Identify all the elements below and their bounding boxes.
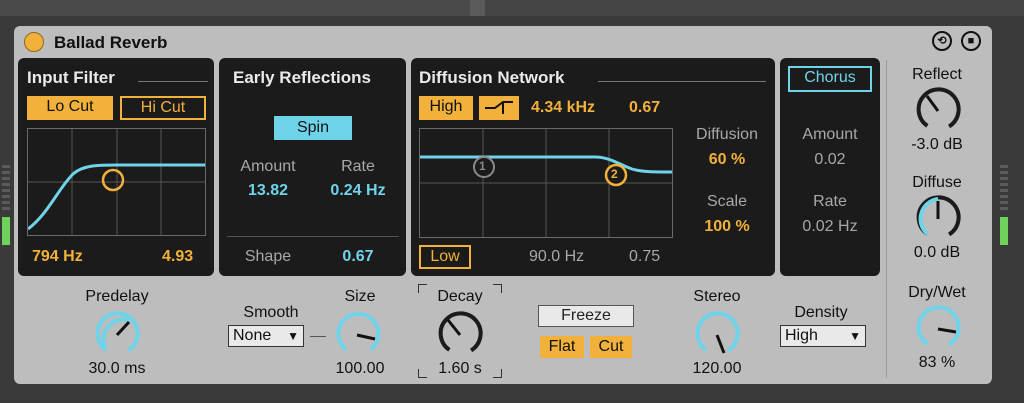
chorus-rate-label: Rate bbox=[813, 193, 847, 210]
diffuse-value[interactable]: 0.0 dB bbox=[887, 244, 987, 262]
drywet-knob[interactable] bbox=[913, 304, 963, 354]
freeze-button[interactable]: Freeze bbox=[538, 305, 634, 327]
low-frequency-value[interactable]: 90.0 Hz bbox=[529, 248, 584, 266]
reflect-label: Reflect bbox=[912, 66, 962, 83]
diffuse-label: Diffuse bbox=[912, 174, 962, 191]
filter-curve bbox=[27, 129, 205, 235]
stereo-value[interactable]: 120.00 bbox=[672, 360, 762, 378]
shelf-type-button[interactable] bbox=[479, 96, 519, 120]
hot-swap-icon[interactable]: ⟲ bbox=[932, 31, 952, 51]
early-reflections-title: Early Reflections bbox=[233, 68, 371, 87]
er-amount-value[interactable]: 13.82 bbox=[227, 182, 309, 200]
divider bbox=[227, 236, 399, 237]
device-title-bar: Ballad Reverb ⟲ ■ bbox=[14, 26, 992, 58]
hi-cut-button[interactable]: Hi Cut bbox=[120, 96, 206, 120]
chevron-down-icon: ▼ bbox=[849, 329, 861, 343]
density-value: High bbox=[785, 327, 818, 344]
er-shape-value[interactable]: 0.67 bbox=[317, 248, 399, 266]
predelay-value[interactable]: 30.0 ms bbox=[62, 360, 172, 378]
predelay-label: Predelay bbox=[85, 288, 149, 305]
reverb-device: Ballad Reverb ⟲ ■ Input Filter Lo Cut Hi… bbox=[14, 26, 992, 384]
high-q-value[interactable]: 0.67 bbox=[629, 99, 660, 117]
smooth-dropdown[interactable]: None ▼ bbox=[228, 325, 304, 347]
amount-label: Amount bbox=[240, 158, 296, 175]
global-controls: Predelay 30.0 ms Smooth None ▼ Size 100.… bbox=[20, 282, 878, 380]
diffusion-curve bbox=[420, 129, 673, 237]
low-q-value[interactable]: 0.75 bbox=[629, 248, 660, 266]
smooth-label: Smooth bbox=[243, 304, 299, 321]
diffusion-value[interactable]: 60 % bbox=[679, 151, 775, 169]
shape-label: Shape bbox=[244, 248, 292, 265]
filter-handle[interactable] bbox=[101, 168, 125, 192]
decay-value[interactable]: 1.60 s bbox=[420, 360, 500, 378]
device-power-button[interactable] bbox=[24, 32, 44, 52]
chevron-down-icon: ▼ bbox=[287, 329, 299, 343]
high-filter-button[interactable]: High bbox=[419, 96, 473, 120]
high-frequency-value[interactable]: 4.34 kHz bbox=[531, 99, 595, 117]
reflect-knob[interactable] bbox=[913, 86, 963, 136]
scale-label: Scale bbox=[706, 193, 748, 210]
reflect-value[interactable]: -3.0 dB bbox=[887, 136, 987, 154]
spin-button[interactable]: Spin bbox=[274, 116, 352, 140]
top-bar-segment bbox=[0, 0, 470, 16]
early-reflections-panel: Early Reflections Spin Amount Rate 13.82… bbox=[219, 58, 406, 276]
lo-cut-button[interactable]: Lo Cut bbox=[27, 96, 113, 120]
chorus-panel: Chorus Amount 0.02 Rate 0.02 Hz bbox=[780, 58, 880, 276]
predelay-knob[interactable] bbox=[92, 310, 142, 360]
device-title: Ballad Reverb bbox=[54, 33, 168, 52]
size-label: Size bbox=[344, 288, 376, 305]
chorus-amount-label: Amount bbox=[802, 126, 858, 143]
stereo-knob[interactable] bbox=[692, 310, 742, 360]
density-label: Density bbox=[794, 304, 848, 321]
title-rule bbox=[598, 81, 766, 82]
filter-frequency-value[interactable]: 794 Hz bbox=[32, 248, 83, 266]
chorus-amount-value[interactable]: 0.02 bbox=[780, 151, 880, 169]
drywet-value[interactable]: 83 % bbox=[887, 354, 987, 372]
scale-value[interactable]: 100 % bbox=[679, 218, 775, 236]
flat-button[interactable]: Flat bbox=[540, 336, 584, 358]
link-line bbox=[310, 336, 326, 337]
stereo-label: Stereo bbox=[693, 288, 741, 305]
shelf-icon bbox=[485, 101, 513, 114]
diffusion-network-title: Diffusion Network bbox=[419, 68, 565, 87]
top-bar bbox=[0, 0, 1024, 16]
chorus-rate-value[interactable]: 0.02 Hz bbox=[780, 218, 880, 236]
filter-width-value[interactable]: 4.93 bbox=[162, 248, 193, 266]
diffusion-point-2[interactable]: 2 bbox=[611, 167, 618, 181]
smooth-value: None bbox=[233, 327, 272, 344]
diffusion-label: Diffusion bbox=[696, 126, 758, 143]
diffusion-graph[interactable]: 1 2 bbox=[419, 128, 673, 238]
cut-button[interactable]: Cut bbox=[590, 336, 632, 358]
top-bar-segment bbox=[485, 0, 1024, 16]
diffusion-point-1[interactable]: 1 bbox=[479, 159, 486, 173]
input-filter-title: Input Filter bbox=[27, 68, 115, 87]
decay-label: Decay bbox=[437, 288, 483, 305]
size-value[interactable]: 100.00 bbox=[320, 360, 400, 378]
input-filter-panel: Input Filter Lo Cut Hi Cut 794 Hz 4.93 bbox=[18, 58, 214, 276]
right-level-meter bbox=[1000, 165, 1008, 245]
low-filter-button[interactable]: Low bbox=[419, 245, 471, 269]
title-rule bbox=[138, 81, 208, 82]
save-preset-icon[interactable]: ■ bbox=[961, 31, 981, 51]
chorus-toggle[interactable]: Chorus bbox=[788, 66, 872, 92]
rate-label: Rate bbox=[341, 158, 375, 175]
diffusion-network-panel: Diffusion Network High 4.34 kHz 0.67 1 2… bbox=[411, 58, 775, 276]
er-rate-value[interactable]: 0.24 Hz bbox=[317, 182, 399, 200]
drywet-label: Dry/Wet bbox=[908, 284, 966, 301]
input-filter-graph[interactable] bbox=[27, 128, 206, 236]
size-knob[interactable] bbox=[332, 310, 382, 360]
output-section: Reflect -3.0 dB Diffuse 0.0 dB Dry/Wet 8… bbox=[886, 60, 987, 378]
diffuse-knob[interactable] bbox=[913, 194, 963, 244]
left-level-meter bbox=[2, 165, 10, 245]
decay-knob[interactable] bbox=[435, 310, 485, 360]
density-dropdown[interactable]: High ▼ bbox=[780, 325, 866, 347]
